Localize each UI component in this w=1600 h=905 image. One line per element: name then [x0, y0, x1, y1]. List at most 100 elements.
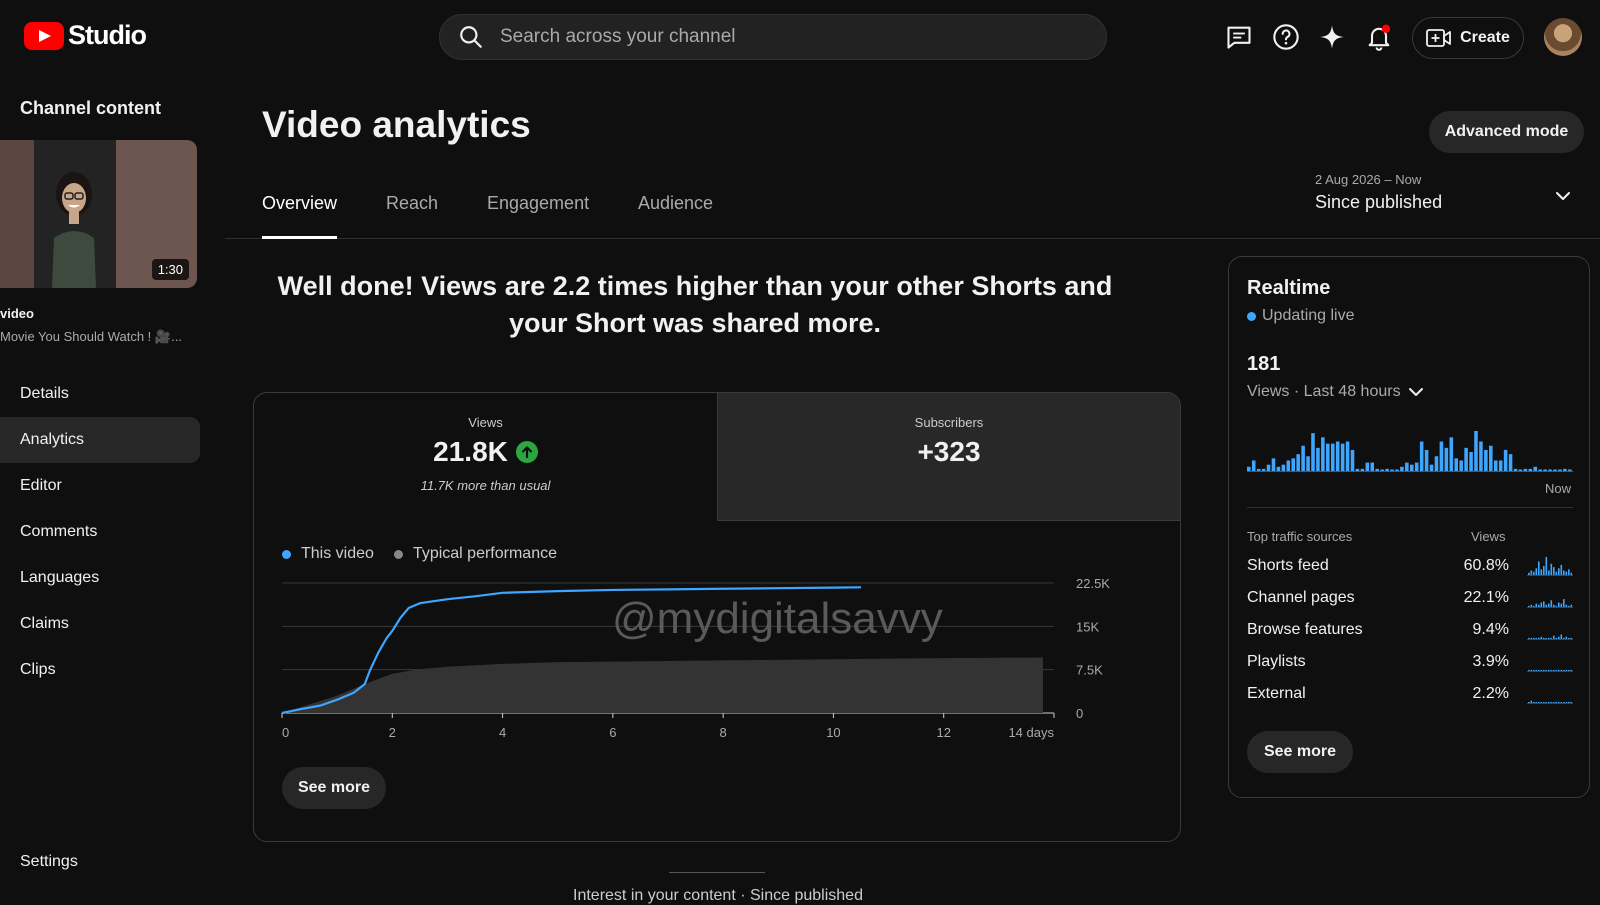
sparkline-bar: [1548, 702, 1550, 703]
sparkline-bar: [1543, 566, 1545, 575]
subscribers-value: +323: [917, 436, 981, 467]
search-input[interactable]: [500, 26, 1060, 48]
sidebar-item-settings[interactable]: Settings: [0, 839, 200, 885]
video-title[interactable]: Movie You Should Watch ! 🎥...: [0, 329, 182, 345]
realtime-bar: [1518, 469, 1523, 471]
video-thumbnail[interactable]: 1:30: [0, 140, 197, 288]
sparkline-bar: [1543, 702, 1545, 703]
sparkline-bar: [1555, 571, 1558, 575]
traffic-source-percent: 9.4%: [1472, 621, 1509, 638]
tab-reach[interactable]: Reach: [386, 193, 438, 239]
sparkline-bar: [1538, 670, 1540, 671]
sparkline-bar: [1530, 669, 1533, 671]
sidebar-item-clips[interactable]: Clips: [0, 647, 200, 693]
sparkline-bar: [1560, 669, 1563, 671]
subscribers-metric[interactable]: Subscribers +323: [717, 393, 1180, 521]
sparkline-bar: [1530, 700, 1533, 703]
sidebar-item-claims[interactable]: Claims: [0, 601, 200, 647]
sparkline-bar: [1550, 702, 1553, 703]
see-more-button[interactable]: See more: [282, 767, 386, 809]
tab-audience[interactable]: Audience: [638, 193, 713, 239]
traffic-source-row[interactable]: Shorts feed 60.8%: [1247, 555, 1573, 579]
realtime-bar: [1306, 456, 1310, 471]
realtime-bar: [1429, 464, 1434, 471]
sparkline-bar: [1560, 634, 1563, 639]
sparkline-bar: [1555, 605, 1558, 607]
sparkline-bar: [1530, 570, 1533, 575]
sidebar-item-languages[interactable]: Languages: [0, 555, 200, 601]
tab-overview[interactable]: Overview: [262, 193, 338, 239]
sparkline-bar: [1543, 601, 1545, 607]
traffic-source-name: Channel pages: [1247, 589, 1355, 606]
sparkline-bar: [1558, 636, 1560, 639]
date-range-label[interactable]: Since published: [1315, 192, 1442, 213]
tab-engagement[interactable]: Engagement: [487, 193, 589, 239]
sparkline-bar: [1538, 702, 1540, 703]
realtime-card: Realtime Updating live 181 Views · Last …: [1228, 256, 1590, 798]
search-bar[interactable]: [439, 14, 1107, 60]
studio-logo[interactable]: Studio: [24, 20, 147, 51]
help-icon[interactable]: [1271, 22, 1301, 52]
watermark: @mydigitalsavvy: [612, 594, 943, 643]
sparkline-bar: [1553, 702, 1555, 703]
sparkle-icon[interactable]: [1317, 22, 1347, 52]
sidebar-item-label: Editor: [20, 477, 62, 494]
sparkline-bar: [1538, 561, 1540, 575]
realtime-bar: [1493, 460, 1498, 471]
notifications-bell-icon[interactable]: [1364, 22, 1394, 52]
realtime-bar: [1558, 469, 1562, 471]
realtime-range-dropdown[interactable]: Views · Last 48 hours: [1247, 383, 1427, 401]
realtime-see-more-button[interactable]: See more: [1247, 731, 1353, 773]
x-tick-label: 8: [720, 725, 727, 740]
views-metric[interactable]: Views 21.8K 11.7K more than usual: [254, 393, 717, 521]
realtime-bar: [1380, 469, 1384, 471]
traffic-source-row[interactable]: Channel pages 22.1%: [1247, 587, 1573, 611]
realtime-bar: [1291, 458, 1296, 471]
views-note: 11.7K more than usual: [420, 478, 551, 493]
feedback-icon[interactable]: [1224, 22, 1254, 52]
realtime-bar: [1365, 462, 1370, 471]
x-tick-label: 12: [936, 725, 950, 740]
sidebar-item-label: Comments: [20, 523, 98, 540]
sparkline-bar: [1565, 702, 1568, 703]
sidebar-item-label: Claims: [20, 615, 69, 632]
legend-dot: [282, 549, 291, 559]
traffic-source-row[interactable]: External 2.2%: [1247, 683, 1573, 707]
traffic-source-row[interactable]: Browse features 9.4%: [1247, 619, 1573, 643]
sparkline-bar: [1540, 569, 1543, 575]
create-button[interactable]: Create: [1412, 17, 1524, 59]
chevron-down-icon[interactable]: [1553, 186, 1573, 206]
x-tick-label: 10: [826, 725, 840, 740]
date-range-dates[interactable]: 2 Aug 2026 – Now: [1315, 172, 1421, 187]
sparkline-bar: [1550, 670, 1553, 671]
y-tick-label: 7.5K: [1076, 663, 1103, 678]
traffic-source-percent: 22.1%: [1463, 589, 1509, 606]
account-avatar[interactable]: [1544, 18, 1582, 56]
realtime-bar: [1256, 468, 1261, 471]
sidebar-item-details[interactable]: Details: [0, 371, 200, 417]
sidebar-item-analytics[interactable]: Analytics: [0, 417, 200, 463]
sparkline-bar: [1558, 568, 1560, 575]
realtime-bar: [1400, 466, 1404, 471]
traffic-source-row[interactable]: Playlists 3.9%: [1247, 651, 1573, 675]
sparkline-bar: [1553, 635, 1555, 639]
overview-card: Views 21.8K 11.7K more than usual Subscr…: [253, 392, 1181, 842]
sparkline-bar: [1563, 670, 1565, 671]
sparkline-bar: [1558, 669, 1560, 671]
live-dot: [1247, 311, 1256, 321]
realtime-bar: [1508, 454, 1513, 471]
chart-legend: This video Typical performance: [282, 545, 577, 563]
realtime-bar: [1434, 456, 1439, 471]
advanced-mode-button[interactable]: Advanced mode: [1429, 111, 1584, 153]
realtime-bar: [1345, 441, 1350, 471]
sparkline-bar: [1545, 604, 1548, 607]
logo-text: Studio: [68, 20, 147, 50]
x-tick-label: 6: [609, 725, 616, 740]
sparkline-bar: [1570, 669, 1573, 671]
sparkline-bar: [1540, 636, 1543, 639]
sparkline-bar: [1530, 638, 1533, 639]
sidebar-item-comments[interactable]: Comments: [0, 509, 200, 555]
sparkline-bar: [1568, 701, 1570, 703]
realtime-bar: [1266, 464, 1271, 471]
sidebar-item-editor[interactable]: Editor: [0, 463, 200, 509]
